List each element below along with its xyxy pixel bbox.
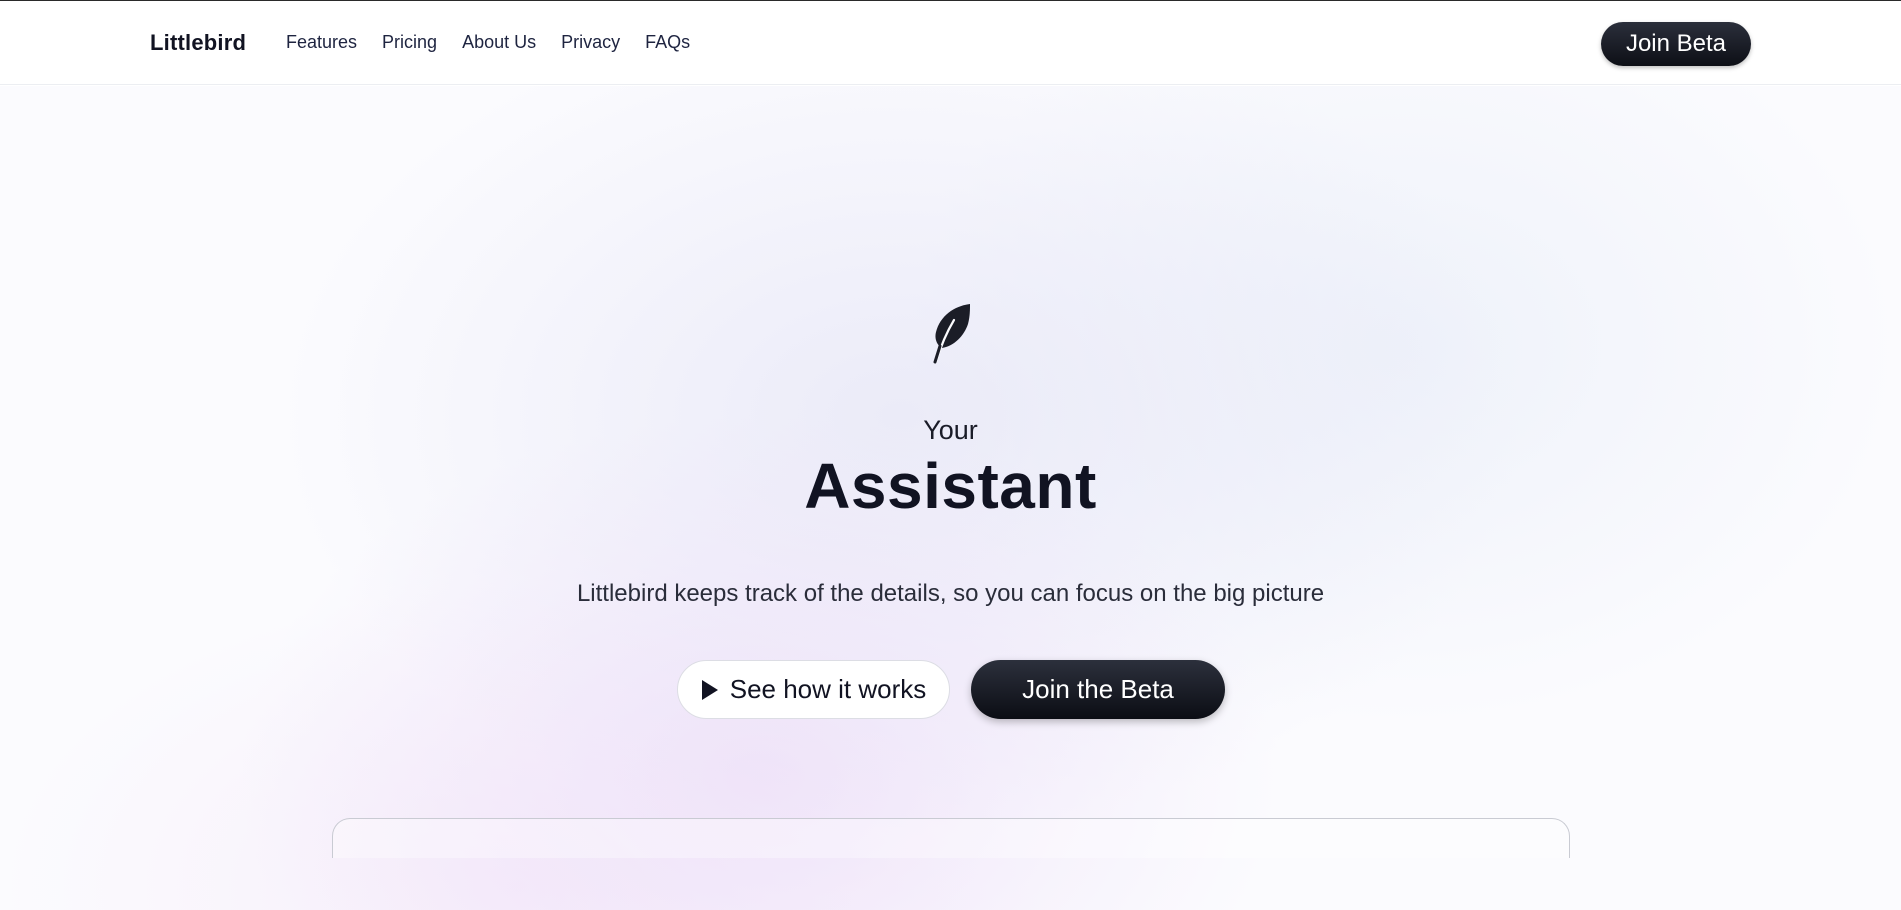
brand-logo[interactable]: Littlebird — [150, 30, 246, 56]
play-icon — [701, 679, 718, 700]
hero-subtitle: Littlebird keeps track of the details, s… — [576, 580, 1325, 607]
join-the-beta-label: Join the Beta — [1022, 674, 1174, 704]
see-how-it-works-label: See how it works — [729, 674, 927, 704]
hero-headline: Assistant — [804, 450, 1097, 522]
feather-icon — [933, 304, 970, 364]
main-nav: Features Pricing About Us Privacy FAQs — [286, 32, 690, 53]
nav-item-about-us[interactable]: About Us — [462, 32, 536, 53]
hero-eyebrow: Your — [923, 415, 978, 445]
join-beta-button[interactable]: Join Beta — [1601, 22, 1751, 66]
join-the-beta-button[interactable]: Join the Beta — [971, 660, 1225, 719]
site-header: Littlebird Features Pricing About Us Pri… — [0, 1, 1901, 85]
preview-card-edge — [332, 818, 1570, 858]
nav-item-privacy[interactable]: Privacy — [561, 32, 620, 53]
nav-item-faqs[interactable]: FAQs — [645, 32, 690, 53]
see-how-it-works-button[interactable]: See how it works — [677, 660, 950, 719]
nav-item-features[interactable]: Features — [286, 32, 357, 53]
hero-section: Your Assistant Littlebird keeps track of… — [0, 86, 1901, 910]
nav-item-pricing[interactable]: Pricing — [382, 32, 437, 53]
